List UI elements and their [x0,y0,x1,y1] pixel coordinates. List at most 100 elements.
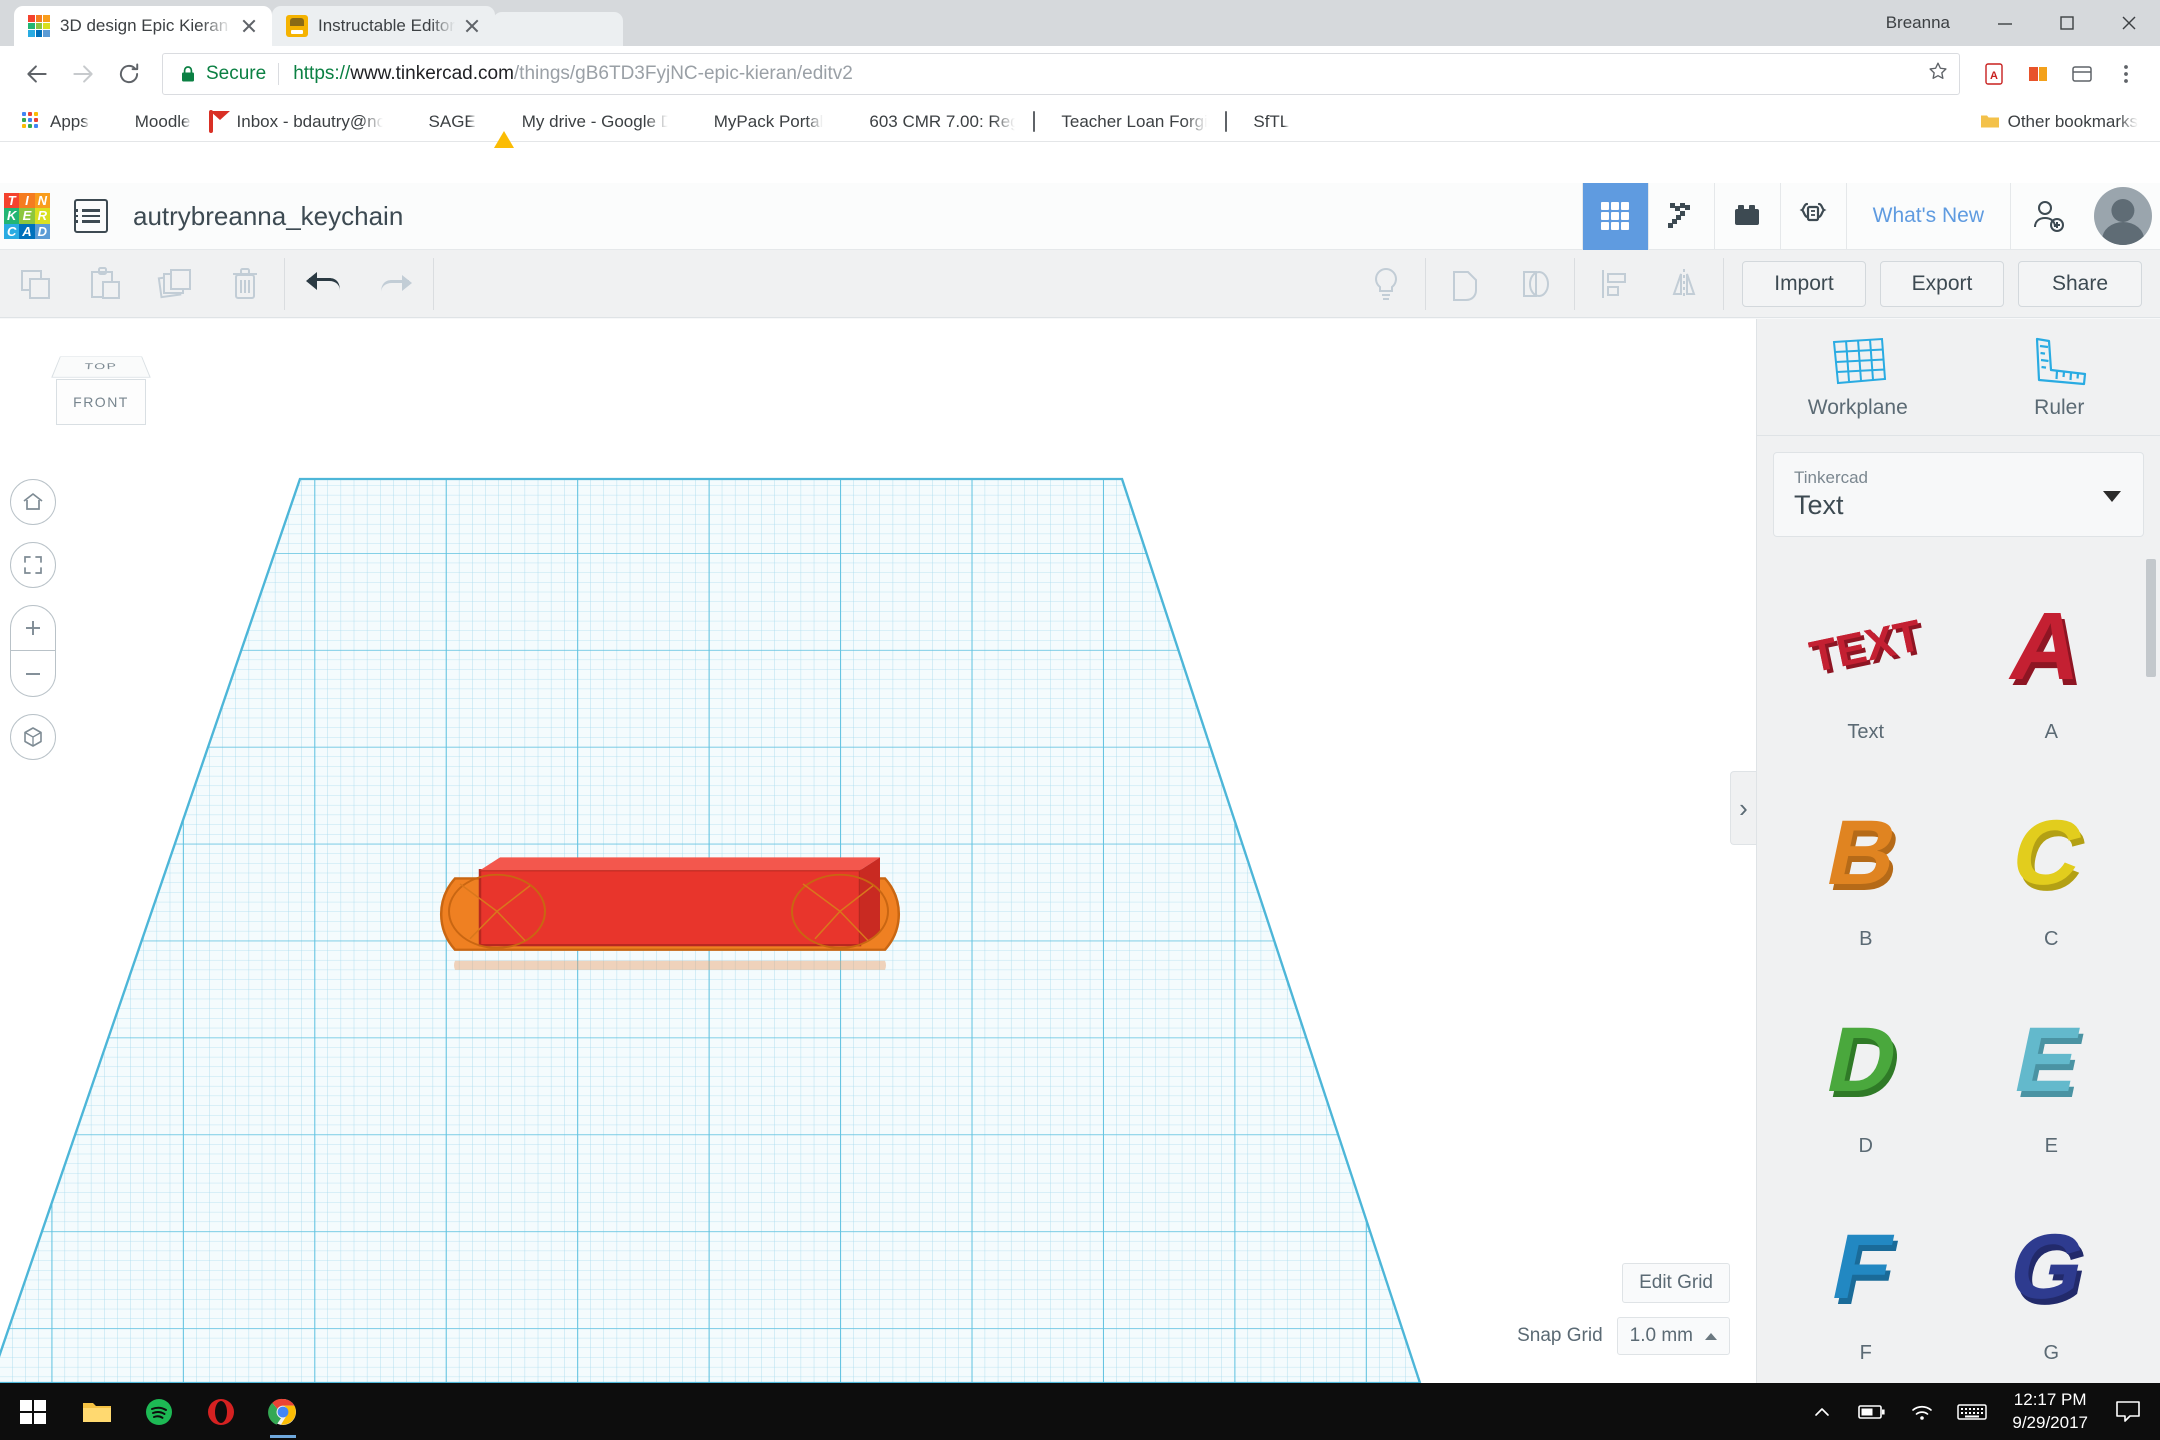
back-button[interactable] [14,51,60,97]
lego-brick-icon[interactable] [1714,183,1780,250]
view-cube-front[interactable]: FRONT [56,379,146,425]
minimize-button[interactable] [1974,0,2036,46]
view-cube[interactable]: TOP FRONT [42,349,160,441]
bookmark-mypack-portal[interactable]: MyPack Portal [678,108,832,136]
office-extension-icon[interactable] [2018,54,2058,94]
close-icon[interactable] [238,15,260,37]
bookmark-label: MyPack Portal [714,112,824,132]
reload-button[interactable] [106,51,152,97]
ungroup-icon[interactable] [1500,250,1570,318]
copy-icon[interactable] [0,250,70,318]
scene-objects[interactable] [0,319,1756,1383]
collapse-panel-handle[interactable]: › [1730,771,1756,845]
delete-icon[interactable] [210,250,280,318]
logo-letter: A [19,224,34,239]
grid-3d-icon[interactable] [1582,183,1648,250]
svg-text:B: B [1818,801,1906,904]
paste-icon[interactable] [70,250,140,318]
undo-icon[interactable] [289,250,359,318]
redo-icon[interactable] [359,250,429,318]
edit-grid-button[interactable]: Edit Grid [1622,1263,1730,1303]
group-icon[interactable] [1430,250,1500,318]
fit-view-icon[interactable] [10,542,56,588]
new-tab-button[interactable] [493,12,623,46]
browser-tab-tinkercad[interactable]: 3D design Epic Kieran | T [14,6,272,46]
shape-library-dropdown[interactable]: Tinkercad Text [1773,452,2144,537]
ruler-tool[interactable]: Ruler [1959,319,2160,435]
codeblocks-icon[interactable] [1780,183,1846,250]
battery-icon[interactable] [1848,1383,1896,1440]
3d-workspace[interactable]: TOP FRONT [0,319,1756,1383]
chrome-icon[interactable] [252,1383,314,1440]
shape-item-c[interactable]: C C C [1959,768,2145,975]
start-button[interactable] [0,1383,66,1440]
file-explorer-icon[interactable] [66,1383,128,1440]
windows-taskbar: 12:17 PM 9/29/2017 [0,1383,2160,1440]
minecraft-pickaxe-icon[interactable] [1648,183,1714,250]
add-user-icon[interactable] [2010,183,2084,250]
tab-title: 3D design Epic Kieran | T [60,16,232,36]
workplane-tool[interactable]: Workplane [1757,319,1959,435]
lightbulb-hint-icon[interactable] [1351,250,1421,318]
duplicate-icon[interactable] [140,250,210,318]
shape-item-f[interactable]: F F F [1773,1182,1959,1383]
whats-new-link[interactable]: What's New [1846,183,2010,250]
taskbar-clock[interactable]: 12:17 PM 9/29/2017 [1998,1389,2102,1435]
share-button[interactable]: Share [2018,261,2142,307]
project-name[interactable]: autrybreanna_keychain [133,201,403,232]
bookmark-moodle[interactable]: Moodle [99,108,199,136]
bookmark-603-cmr[interactable]: 603 CMR 7.00: Regula [833,108,1023,136]
home-view-icon[interactable] [10,479,56,525]
bookmark-apps[interactable]: Apps [14,108,97,136]
other-bookmarks-folder[interactable]: Other bookmarks [1972,108,2146,136]
toolbar-divider [1723,258,1724,310]
bookmark-sage[interactable]: SAGE [393,108,484,136]
browser-tab-instructables[interactable]: Instructable Editor [272,6,495,46]
spotify-icon[interactable] [128,1383,190,1440]
mirror-icon[interactable] [1649,250,1719,318]
bookmark-star-icon[interactable] [1915,60,1949,87]
close-window-button[interactable] [2098,0,2160,46]
keyboard-icon[interactable] [1948,1383,1996,1440]
snap-grid-dropdown[interactable]: 1.0 mm [1617,1317,1730,1355]
extensions-area: A [1968,54,2146,94]
shape-grid-scrollbar[interactable] [2146,559,2156,1335]
history-tools-group [289,250,429,318]
shape-item-text[interactable]: TEXT TEXT TEXT Text [1773,561,1959,768]
ruler-icon [2027,334,2091,388]
bookmark-sftl[interactable]: SfTL [1217,108,1297,136]
chrome-menu-icon[interactable] [2106,54,2146,94]
bookmark-my-drive[interactable]: My drive - Google Dri [486,108,676,136]
shape-item-a[interactable]: A A A [1959,561,2145,768]
close-icon[interactable] [461,15,483,37]
project-list-icon[interactable] [74,199,108,233]
bookmark-teacher-loan[interactable]: Teacher Loan Forgive [1025,108,1215,136]
view-cube-top[interactable]: TOP [51,356,151,377]
bookmark-inbox[interactable]: Inbox - bdautry@ncsu [201,108,391,136]
zoom-in-icon[interactable] [10,605,56,651]
address-bar[interactable]: Secure https://www.tinkercad.com/things/… [162,53,1960,95]
wifi-icon[interactable] [1898,1383,1946,1440]
shape-item-e[interactable]: E E E [1959,975,2145,1182]
shape-item-g[interactable]: G G G [1959,1182,2145,1383]
library-category-label: Tinkercad [1794,468,2123,488]
tinkercad-favicon [28,15,50,37]
import-button[interactable]: Import [1742,261,1866,307]
shape-item-b[interactable]: B B B [1773,768,1959,975]
maximize-button[interactable] [2036,0,2098,46]
edge-or-opera-icon[interactable] [190,1383,252,1440]
adobe-acrobat-extension-icon[interactable]: A [1974,54,2014,94]
scrollbar-thumb[interactable] [2146,559,2156,677]
edit-grid-label: Edit Grid [1622,1263,1730,1303]
shape-item-d[interactable]: D D D [1773,975,1959,1182]
tinkercad-logo[interactable]: T I N K E R C A D [4,193,50,239]
reading-list-icon[interactable] [2062,54,2102,94]
ortho-perspective-icon[interactable] [10,714,56,760]
export-button[interactable]: Export [1880,261,2004,307]
show-hidden-icons-chevron[interactable] [1798,1383,1846,1440]
zoom-out-icon[interactable] [10,651,56,697]
avatar[interactable] [2094,187,2152,245]
logo-letter: C [4,224,19,239]
action-center-icon[interactable] [2104,1383,2152,1440]
align-icon[interactable] [1579,250,1649,318]
